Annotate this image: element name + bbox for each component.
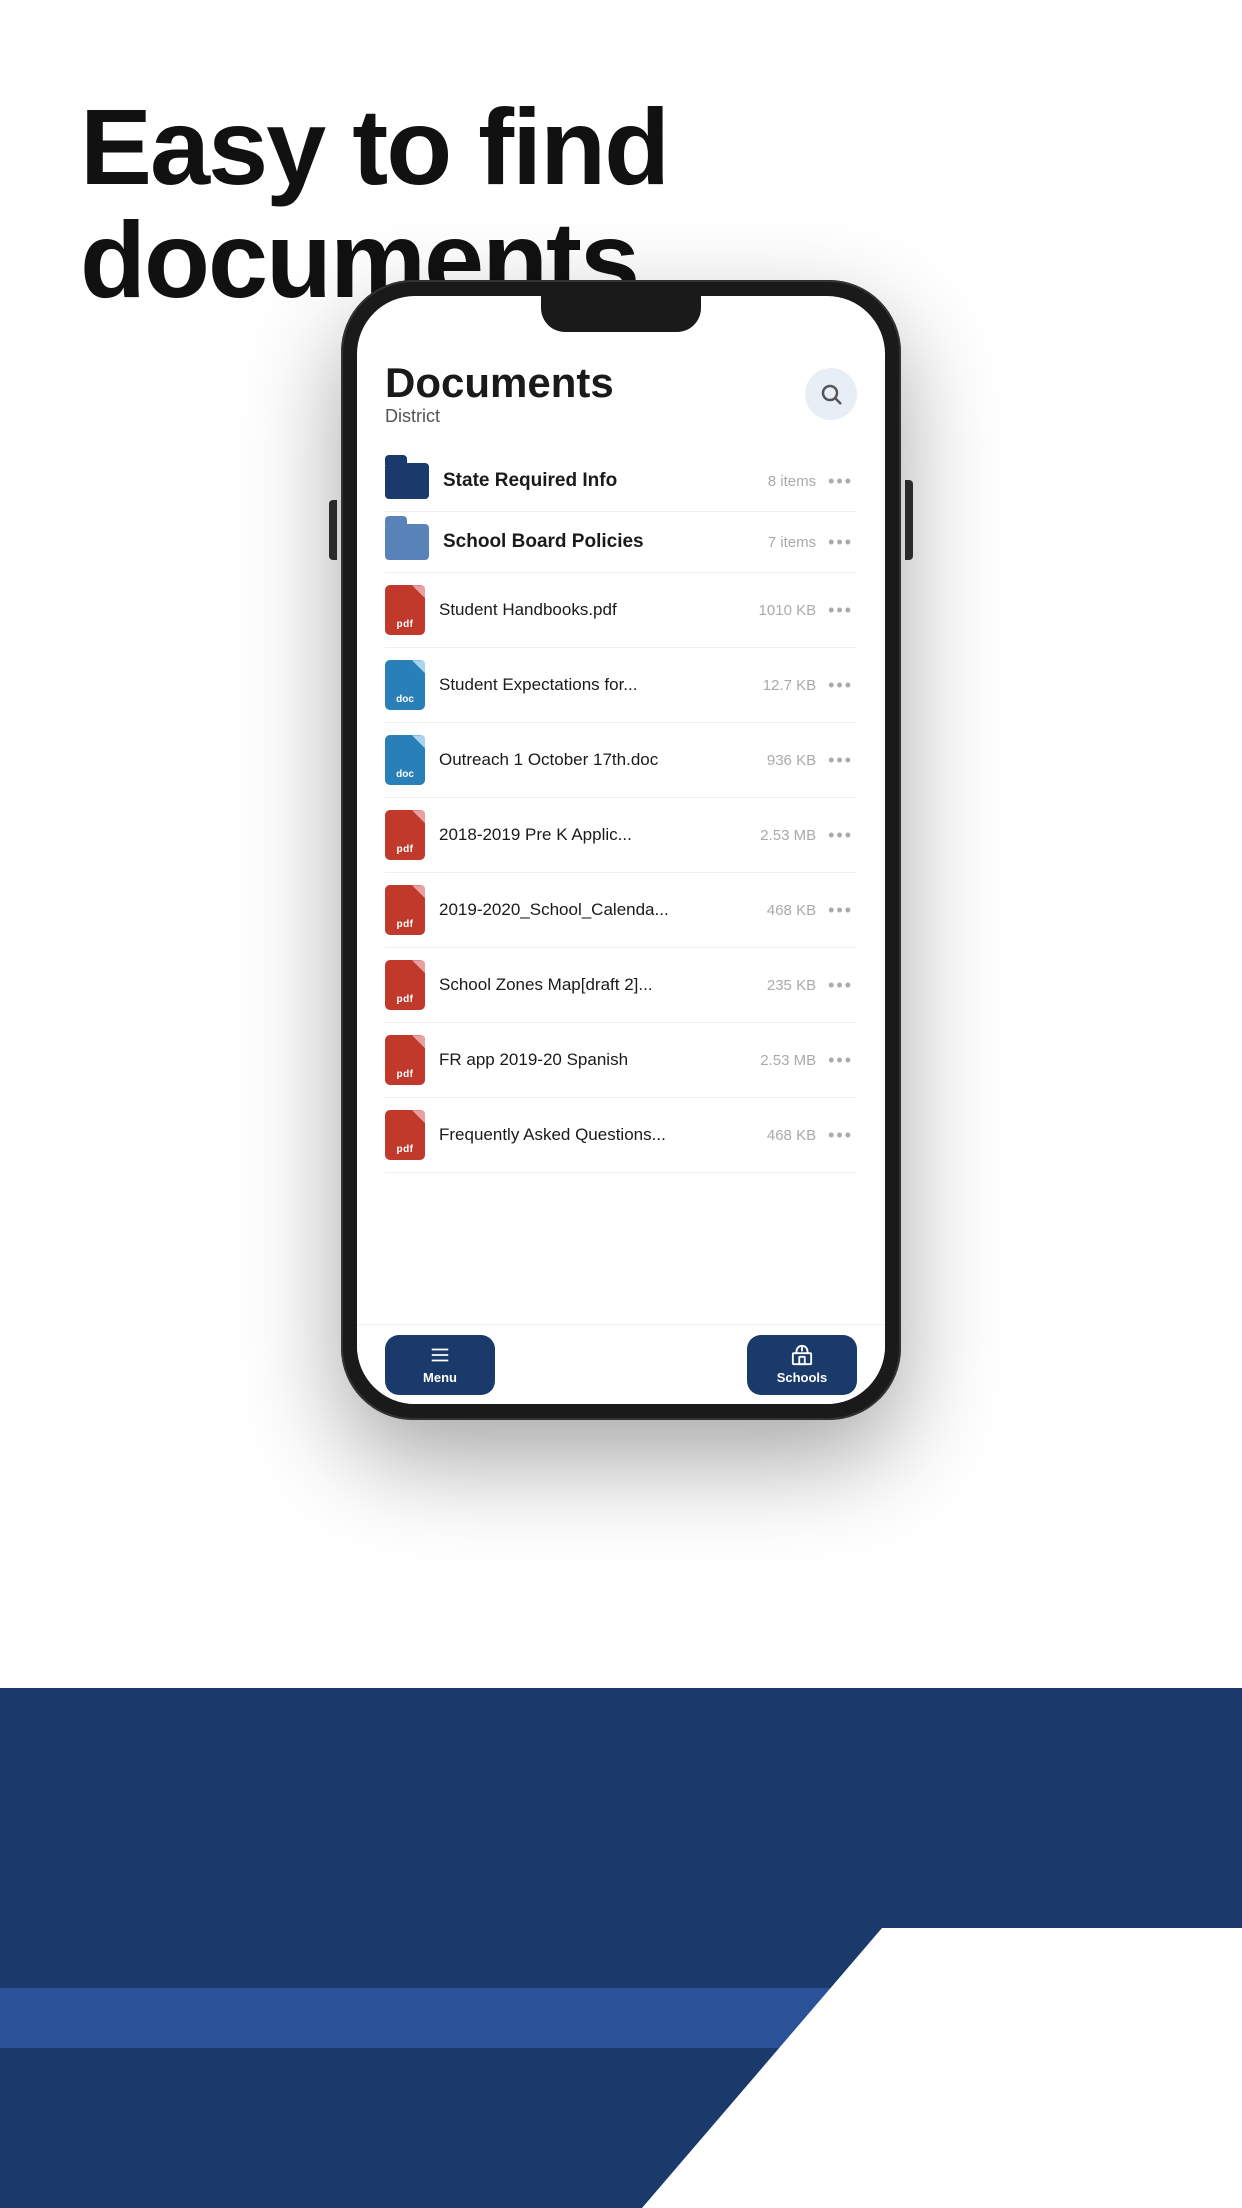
phone-notch (541, 296, 701, 332)
folder-light-icon (385, 524, 429, 560)
bottom-nav: Menu Schools (357, 1324, 885, 1404)
folder-dark-icon (385, 463, 429, 499)
more-options-button[interactable]: ••• (824, 821, 857, 850)
page-header: Easy to find documents (0, 0, 1242, 317)
list-item[interactable]: School Board Policies 7 items ••• (385, 512, 857, 573)
documents-subtitle: District (385, 406, 614, 427)
title-block: Documents District (385, 360, 614, 447)
file-size: 936 KB (767, 752, 816, 769)
list-item[interactable]: pdf School Zones Map[draft 2]... 235 KB … (385, 948, 857, 1023)
file-size: 468 KB (767, 1127, 816, 1144)
app-content: Documents District State Required Info 8 (357, 340, 885, 1324)
more-options-button[interactable]: ••• (824, 671, 857, 700)
file-name: Student Expectations for... (439, 675, 763, 695)
pdf-icon: pdf (385, 885, 425, 935)
phone-frame: Documents District State Required Info 8 (341, 280, 901, 1420)
more-options-button[interactable]: ••• (824, 467, 857, 496)
file-size: 2.53 MB (760, 827, 816, 844)
list-item[interactable]: pdf FR app 2019-20 Spanish 2.53 MB ••• (385, 1023, 857, 1098)
phone-wrapper: Documents District State Required Info 8 (341, 280, 901, 1420)
menu-icon (429, 1344, 451, 1366)
schools-nav-label: Schools (777, 1370, 828, 1385)
doc-icon: doc (385, 735, 425, 785)
doc-icon: doc (385, 660, 425, 710)
documents-header: Documents District (385, 340, 857, 447)
list-item[interactable]: doc Student Expectations for... 12.7 KB … (385, 648, 857, 723)
pdf-icon: pdf (385, 1035, 425, 1085)
more-options-button[interactable]: ••• (824, 528, 857, 557)
file-name: 2019-2020_School_Calenda... (439, 900, 767, 920)
folder-count: 7 items (768, 534, 816, 551)
schools-nav-button[interactable]: Schools (747, 1335, 857, 1395)
more-options-button[interactable]: ••• (824, 596, 857, 625)
pdf-icon: pdf (385, 960, 425, 1010)
more-options-button[interactable]: ••• (824, 746, 857, 775)
folder-count: 8 items (768, 473, 816, 490)
more-options-button[interactable]: ••• (824, 896, 857, 925)
folder-name: State Required Info (443, 470, 768, 492)
search-icon (819, 382, 843, 406)
file-size: 1010 KB (759, 602, 817, 619)
phone-screen: Documents District State Required Info 8 (357, 296, 885, 1404)
file-name: 2018-2019 Pre K Applic... (439, 825, 760, 845)
list-item[interactable]: pdf Frequently Asked Questions... 468 KB… (385, 1098, 857, 1173)
list-item[interactable]: pdf Student Handbooks.pdf 1010 KB ••• (385, 573, 857, 648)
documents-title: Documents (385, 360, 614, 406)
menu-nav-label: Menu (423, 1370, 457, 1385)
menu-nav-button[interactable]: Menu (385, 1335, 495, 1395)
search-button[interactable] (805, 368, 857, 420)
pdf-icon: pdf (385, 1110, 425, 1160)
list-item[interactable]: pdf 2018-2019 Pre K Applic... 2.53 MB ••… (385, 798, 857, 873)
more-options-button[interactable]: ••• (824, 1046, 857, 1075)
file-name: Outreach 1 October 17th.doc (439, 750, 767, 770)
more-options-button[interactable]: ••• (824, 971, 857, 1000)
file-name: Frequently Asked Questions... (439, 1125, 767, 1145)
file-name: FR app 2019-20 Spanish (439, 1050, 760, 1070)
schools-icon (791, 1344, 813, 1366)
file-size: 12.7 KB (763, 677, 816, 694)
list-item[interactable]: pdf 2019-2020_School_Calenda... 468 KB •… (385, 873, 857, 948)
more-options-button[interactable]: ••• (824, 1121, 857, 1150)
file-size: 235 KB (767, 977, 816, 994)
pdf-icon: pdf (385, 585, 425, 635)
list-item[interactable]: doc Outreach 1 October 17th.doc 936 KB •… (385, 723, 857, 798)
file-size: 2.53 MB (760, 1052, 816, 1069)
file-name: Student Handbooks.pdf (439, 600, 759, 620)
folder-name: School Board Policies (443, 531, 768, 553)
file-size: 468 KB (767, 902, 816, 919)
pdf-icon: pdf (385, 810, 425, 860)
list-item[interactable]: State Required Info 8 items ••• (385, 451, 857, 512)
file-name: School Zones Map[draft 2]... (439, 975, 767, 995)
